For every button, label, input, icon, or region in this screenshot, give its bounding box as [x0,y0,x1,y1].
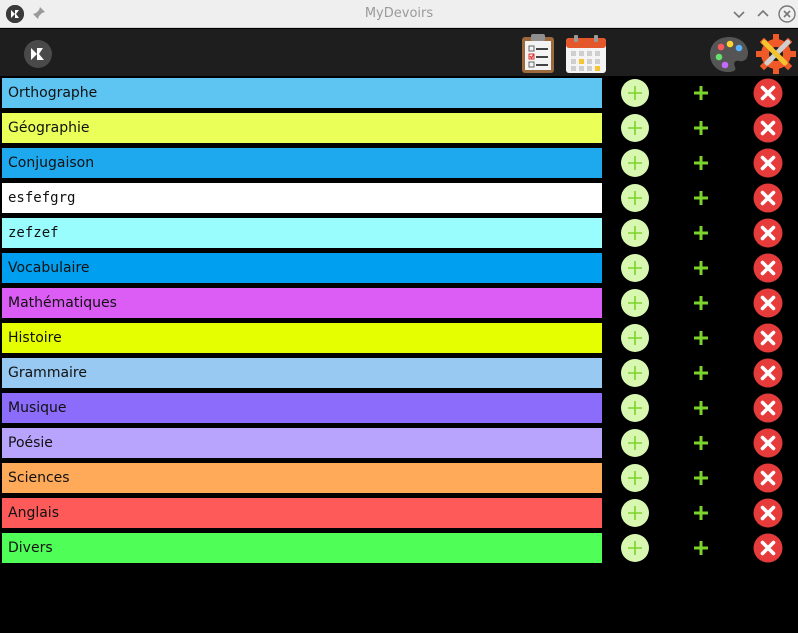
delete-subject-icon[interactable] [753,78,783,108]
add-plus-icon[interactable] [692,189,710,207]
delete-subject-icon[interactable] [753,183,783,213]
subject-row: zefzef [0,218,798,248]
subject-label[interactable]: zefzef [2,218,602,248]
subject-row: Divers [0,533,798,563]
clipboard-icon[interactable] [520,32,556,74]
add-homework-icon[interactable] [620,358,650,388]
add-homework-icon[interactable] [620,428,650,458]
delete-subject-icon[interactable] [753,533,783,563]
subject-row: Poésie [0,428,798,458]
subject-row: Anglais [0,498,798,528]
minimize-icon[interactable] [730,5,748,23]
add-homework-icon[interactable] [620,148,650,178]
subject-row: Musique [0,393,798,423]
delete-subject-icon[interactable] [753,498,783,528]
subject-row: Grammaire [0,358,798,388]
close-window-icon[interactable] [778,5,796,23]
delete-subject-icon[interactable] [753,463,783,493]
subject-label[interactable]: Orthographe [2,78,602,108]
window-title: MyDevoirs [364,6,434,21]
maximize-icon[interactable] [754,5,772,23]
toolbar [0,29,798,76]
add-plus-icon[interactable] [692,154,710,172]
delete-subject-icon[interactable] [753,253,783,283]
subject-label[interactable]: Anglais [2,498,602,528]
add-plus-icon[interactable] [692,504,710,522]
add-homework-icon[interactable] [620,393,650,423]
subject-label[interactable]: Musique [2,393,602,423]
add-plus-icon[interactable] [692,539,710,557]
subject-label[interactable]: Mathématiques [2,288,602,318]
subject-row: Géographie [0,113,798,143]
add-homework-icon[interactable] [620,183,650,213]
delete-subject-icon[interactable] [753,148,783,178]
palette-icon[interactable] [708,34,750,74]
subject-label[interactable]: Vocabulaire [2,253,602,283]
subject-label[interactable]: Grammaire [2,358,602,388]
subject-label[interactable]: Histoire [2,323,602,353]
delete-subject-icon[interactable] [753,358,783,388]
subject-label[interactable]: esfefgrg [2,183,602,213]
add-plus-icon[interactable] [692,84,710,102]
subject-label[interactable]: Géographie [2,113,602,143]
subject-label[interactable]: Poésie [2,428,602,458]
add-plus-icon[interactable] [692,399,710,417]
settings-icon[interactable] [755,33,797,75]
subject-row: Mathématiques [0,288,798,318]
subject-label[interactable]: Conjugaison [2,148,602,178]
add-plus-icon[interactable] [692,329,710,347]
add-plus-icon[interactable] [692,294,710,312]
delete-subject-icon[interactable] [753,393,783,423]
add-plus-icon[interactable] [692,259,710,277]
calendar-icon[interactable] [565,34,607,74]
subject-row: esfefgrg [0,183,798,213]
subject-label[interactable]: Sciences [2,463,602,493]
add-homework-icon[interactable] [620,498,650,528]
add-plus-icon[interactable] [692,224,710,242]
add-plus-icon[interactable] [692,469,710,487]
subject-row: Orthographe [0,78,798,108]
delete-subject-icon[interactable] [753,428,783,458]
delete-subject-icon[interactable] [753,288,783,318]
add-plus-icon[interactable] [692,434,710,452]
kivy-logo-icon[interactable] [23,39,53,69]
add-plus-icon[interactable] [692,119,710,137]
subject-label[interactable]: Divers [2,533,602,563]
add-homework-icon[interactable] [620,253,650,283]
subject-row: Conjugaison [0,148,798,178]
add-homework-icon[interactable] [620,78,650,108]
add-homework-icon[interactable] [620,533,650,563]
subject-row: Sciences [0,463,798,493]
delete-subject-icon[interactable] [753,113,783,143]
delete-subject-icon[interactable] [753,323,783,353]
add-plus-icon[interactable] [692,364,710,382]
window-titlebar: MyDevoirs [0,0,798,28]
add-homework-icon[interactable] [620,218,650,248]
add-homework-icon[interactable] [620,288,650,318]
delete-subject-icon[interactable] [753,218,783,248]
add-homework-icon[interactable] [620,323,650,353]
add-homework-icon[interactable] [620,463,650,493]
subject-row: Histoire [0,323,798,353]
subject-row: Vocabulaire [0,253,798,283]
add-homework-icon[interactable] [620,113,650,143]
